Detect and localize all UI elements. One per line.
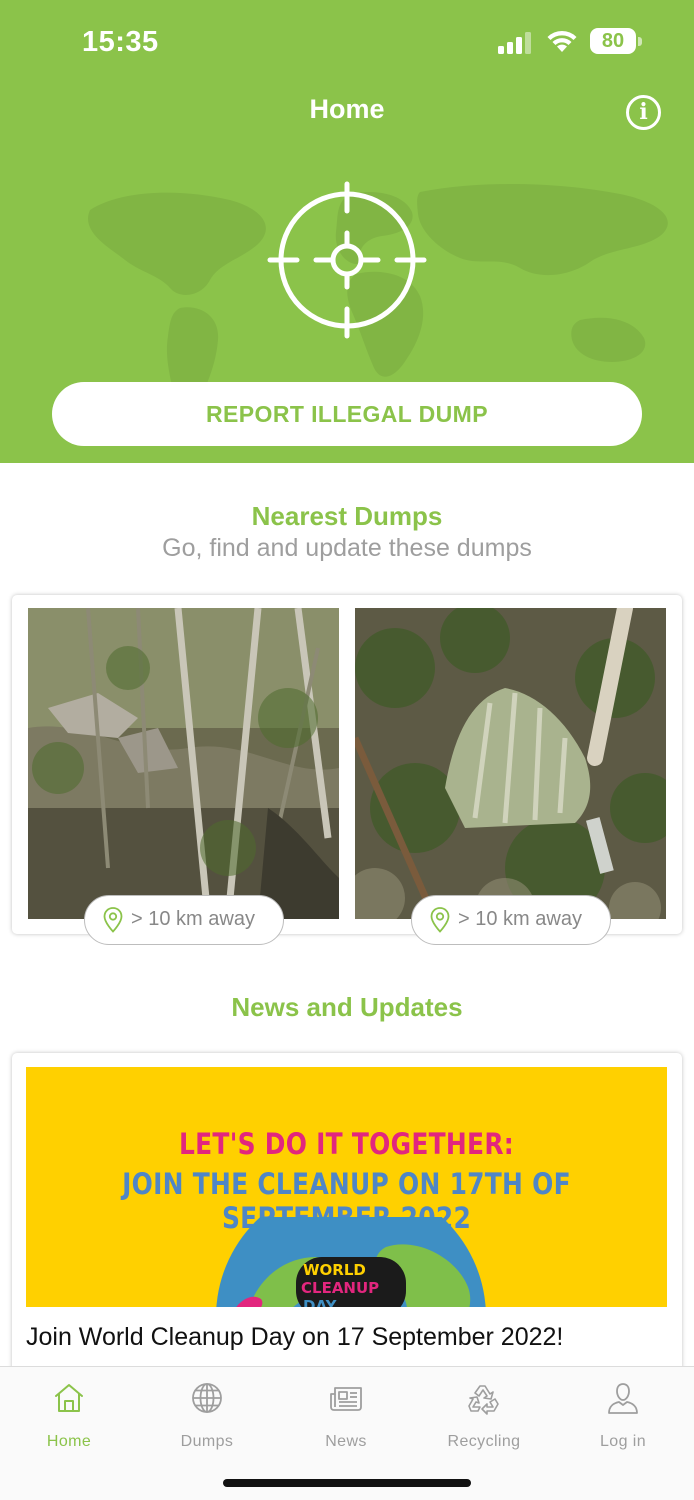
report-illegal-dump-button[interactable]: REPORT ILLEGAL DUMP xyxy=(52,382,642,446)
tab-label: Home xyxy=(46,1433,92,1450)
news-banner-image: LET'S DO IT TOGETHER: JOIN THE CLEANUP O… xyxy=(26,1067,667,1307)
page-title: Home xyxy=(309,94,385,124)
home-header: 15:35 80 Home i REPORT ILLEGAL DUMP xyxy=(0,0,694,463)
tab-label: Recycling xyxy=(447,1433,521,1450)
ivy-dump-image xyxy=(355,608,666,919)
world-cleanup-day-logo: WORLD CLEANUP DAY xyxy=(216,1217,486,1307)
dump-photo[interactable] xyxy=(355,608,666,919)
tab-label: Log in xyxy=(600,1433,646,1450)
tab-home[interactable]: Home xyxy=(9,1377,129,1457)
banner-headline: LET'S DO IT TOGETHER: xyxy=(178,1127,515,1161)
news-card[interactable]: LET'S DO IT TOGETHER: JOIN THE CLEANUP O… xyxy=(12,1053,682,1383)
forest-dump-image xyxy=(28,608,339,919)
tab-log-in[interactable]: Log in xyxy=(563,1377,683,1457)
tab-news[interactable]: News xyxy=(286,1377,406,1457)
user-icon xyxy=(608,1383,638,1414)
logo-text-world: WORLD xyxy=(303,1261,366,1279)
cellular-signal-icon xyxy=(498,32,531,54)
distance-text: > 10 km away xyxy=(131,908,255,930)
tab-recycling[interactable]: Recycling xyxy=(424,1377,544,1457)
crosshair-target-icon[interactable] xyxy=(266,181,428,341)
globe-icon xyxy=(192,1383,222,1413)
news-section-title: News and Updates xyxy=(231,992,463,1022)
location-pin-icon xyxy=(103,907,123,933)
location-pin-icon xyxy=(430,907,450,933)
logo-text-cleanup: CLEANUP xyxy=(301,1279,379,1297)
battery-icon: 80 xyxy=(590,28,642,54)
nearest-dumps-subtitle: Go, find and update these dumps xyxy=(162,534,532,562)
home-indicator xyxy=(223,1479,471,1487)
distance-text: > 10 km away xyxy=(458,908,582,930)
distance-badge: > 10 km away xyxy=(84,895,284,945)
news-item-title[interactable]: Join World Cleanup Day on 17 September 2… xyxy=(26,1323,563,1352)
tab-dumps[interactable]: Dumps xyxy=(147,1377,267,1457)
newspaper-icon xyxy=(330,1387,362,1411)
logo-text-day: DAY xyxy=(303,1297,338,1307)
home-icon xyxy=(55,1384,83,1412)
tab-label: News xyxy=(325,1433,367,1450)
dump-photo[interactable] xyxy=(28,608,339,919)
distance-badge: > 10 km away xyxy=(411,895,611,945)
recycle-icon xyxy=(468,1385,499,1415)
tab-label: Dumps xyxy=(180,1433,234,1450)
wifi-icon xyxy=(547,30,577,52)
nearest-dumps-card: > 10 km away > 10 km away xyxy=(12,595,682,945)
status-time: 15:35 xyxy=(82,26,159,58)
battery-level: 80 xyxy=(590,28,636,54)
nearest-dumps-title: Nearest Dumps xyxy=(251,501,443,531)
info-icon[interactable]: i xyxy=(626,95,661,130)
status-bar: 15:35 80 xyxy=(0,0,694,80)
